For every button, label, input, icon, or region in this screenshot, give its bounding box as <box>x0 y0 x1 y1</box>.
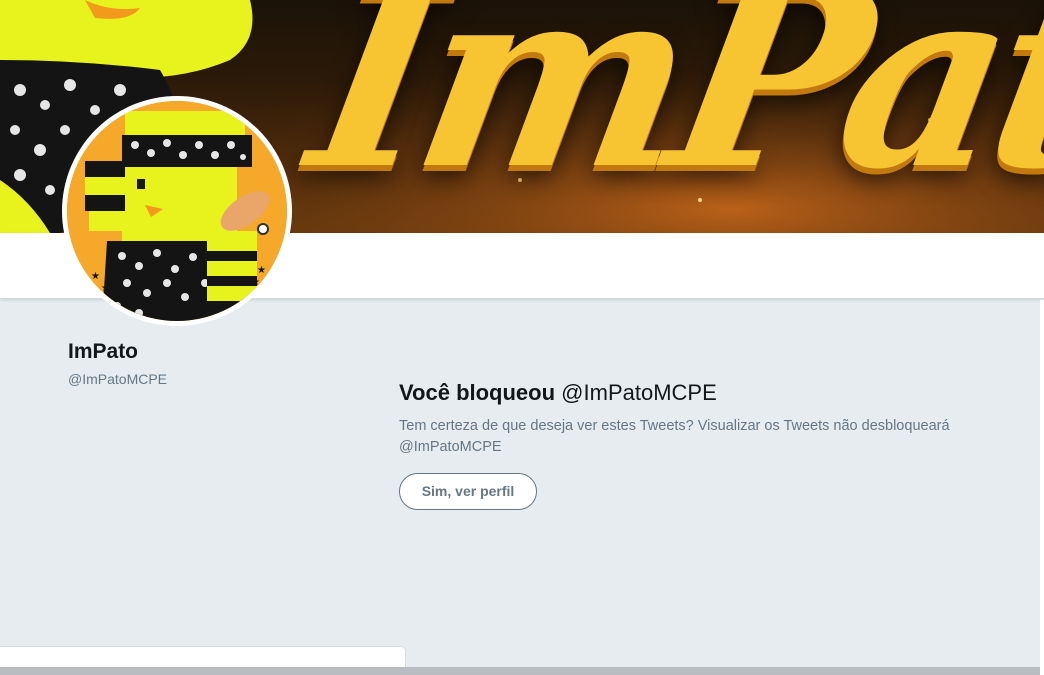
blocked-notice-title: Você bloqueou @ImPatoMCPE <box>399 379 999 407</box>
right-edge-divider <box>1040 300 1044 675</box>
profile-screen-name[interactable]: @ImPatoMCPE <box>68 371 167 387</box>
profile-page: ImPato ★ ★ ★ ★ ImPato @ImPatoMCPE Você b… <box>0 0 1044 675</box>
svg-text:★: ★ <box>101 283 110 294</box>
blocked-notice-title-strong: Você bloqueou <box>399 380 556 405</box>
svg-text:★: ★ <box>251 277 260 288</box>
svg-text:★: ★ <box>91 271 100 282</box>
avatar[interactable]: ★ ★ ★ ★ <box>62 96 292 326</box>
duck-character-avatar-icon: ★ ★ ★ ★ <box>67 101 287 321</box>
profile-display-name[interactable]: ImPato <box>68 340 138 364</box>
window-bottom-bar <box>0 667 1044 675</box>
svg-text:★: ★ <box>257 265 266 276</box>
blocked-notice-description: Tem certeza de que deseja ver estes Twee… <box>399 418 950 455</box>
banner-logo-text: ImPato <box>294 0 1044 224</box>
blocked-notice-title-handle: @ImPatoMCPE <box>561 380 717 405</box>
view-profile-button[interactable]: Sim, ver perfil <box>399 473 537 510</box>
blocked-notice: Você bloqueou @ImPatoMCPE Tem certeza de… <box>399 379 999 458</box>
